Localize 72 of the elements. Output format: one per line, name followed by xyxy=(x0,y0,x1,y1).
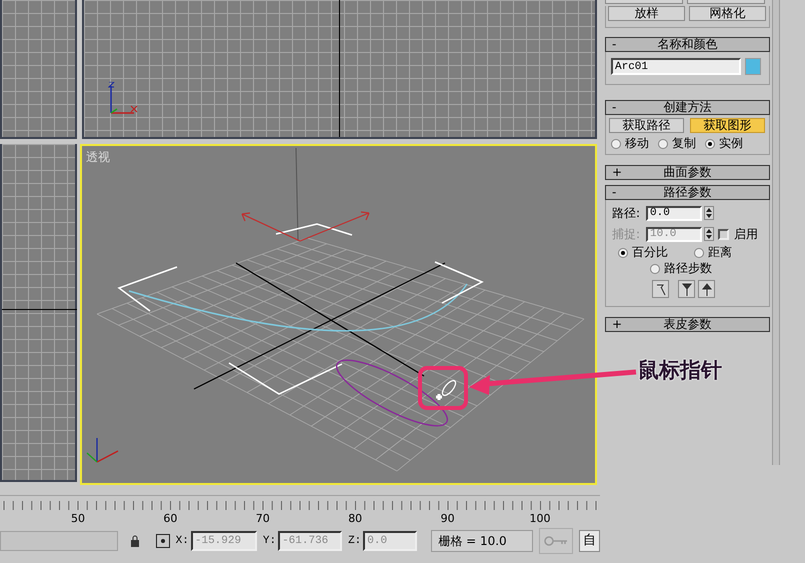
color-swatch[interactable] xyxy=(745,58,761,75)
radio-label: 实例 xyxy=(719,137,743,150)
expand-toggle[interactable]: + xyxy=(612,166,622,179)
cut-off-button[interactable] xyxy=(687,0,765,4)
up-arrow-icon xyxy=(699,281,714,297)
tick-label: 50 xyxy=(71,511,85,527)
radio-label: 距离 xyxy=(708,246,732,259)
panel-button[interactable]: 获取图形 xyxy=(690,118,765,133)
radio-button[interactable] xyxy=(618,248,628,258)
radio-button[interactable] xyxy=(705,138,715,148)
panel-button[interactable]: 网格化 xyxy=(689,6,766,21)
spinner-icon[interactable] xyxy=(704,206,714,220)
expand-toggle[interactable]: - xyxy=(612,186,622,199)
bracket-drawing xyxy=(434,261,484,304)
radio-button[interactable] xyxy=(611,138,621,148)
radio-label: 复制 xyxy=(672,137,696,150)
grid-size-readout: 栅格 = 10.0 xyxy=(431,530,534,552)
snap-icon[interactable] xyxy=(156,534,170,548)
tick-label: 70 xyxy=(256,511,270,527)
spinner-icon[interactable] xyxy=(704,227,714,241)
panel-button[interactable]: 放样 xyxy=(608,6,685,21)
name-field[interactable]: Arc01 xyxy=(611,58,741,75)
rollout-title: 名称和颜色 xyxy=(656,38,718,51)
tick-label: 60 xyxy=(163,511,178,527)
auto-key-label: 自 xyxy=(579,530,600,552)
cursor-icon xyxy=(434,392,444,402)
axis-tripod-icon xyxy=(86,438,118,463)
checkbox[interactable] xyxy=(718,228,729,240)
panel-button[interactable]: 获取路径 xyxy=(609,118,684,133)
down-arrow-icon xyxy=(679,281,694,297)
rollout-header[interactable]: + 曲面参数 xyxy=(605,165,770,180)
pick-tool-button[interactable] xyxy=(652,280,669,298)
radio-button[interactable] xyxy=(650,264,660,274)
radio-button[interactable] xyxy=(658,138,668,148)
rollout-title: 路径参数 xyxy=(662,186,712,199)
rollout-title: 曲面参数 xyxy=(662,166,712,179)
up-arrow-button[interactable] xyxy=(698,280,715,298)
highlight-frame xyxy=(418,366,468,410)
field-label: 路径: xyxy=(612,205,642,222)
expand-toggle[interactable]: + xyxy=(612,318,622,331)
rollout-header[interactable]: - 创建方法 xyxy=(605,100,770,115)
radio-button[interactable] xyxy=(694,248,704,258)
viewport[interactable] xyxy=(0,144,77,482)
rollout-title: 创建方法 xyxy=(662,101,712,114)
field-label: 捕捉: xyxy=(612,226,642,243)
tick-label: 90 xyxy=(440,511,455,527)
viewport[interactable] xyxy=(82,0,597,139)
rollout-header[interactable]: - 名称和颜色 xyxy=(605,37,770,52)
checkbox-label: 启用 xyxy=(734,226,758,243)
coordinate-label: X: xyxy=(176,534,189,549)
axis-tripod-icon xyxy=(108,82,140,116)
viewport[interactable] xyxy=(0,0,77,139)
radio-label: 路径步数 xyxy=(664,262,712,275)
radio-label: 百分比 xyxy=(632,246,668,259)
cut-off-button[interactable] xyxy=(605,0,683,4)
key-icon xyxy=(544,536,568,546)
bracket-drawing xyxy=(117,266,178,312)
tick-label: 100 xyxy=(530,511,550,527)
lock-icon[interactable] xyxy=(130,535,140,547)
down-arrow-button[interactable] xyxy=(678,280,695,298)
coordinate-label: Y: xyxy=(262,534,276,549)
expand-toggle[interactable]: - xyxy=(612,38,622,51)
coordinate-label: Z: xyxy=(348,534,362,549)
rollout-header[interactable]: - 路径参数 xyxy=(605,185,770,200)
radio-label: 移动 xyxy=(625,137,649,150)
path-field[interactable]: 0.0 xyxy=(646,206,702,220)
time-ruler[interactable]: 50 60 70 80 90 100 xyxy=(0,495,600,527)
rollout-header[interactable]: + 表皮参数 xyxy=(605,317,770,332)
annotation-label: 鼠标指针 xyxy=(638,357,722,384)
expand-toggle[interactable]: - xyxy=(612,101,622,114)
rollout-title: 表皮参数 xyxy=(662,318,712,331)
tick-label: 80 xyxy=(348,511,362,527)
